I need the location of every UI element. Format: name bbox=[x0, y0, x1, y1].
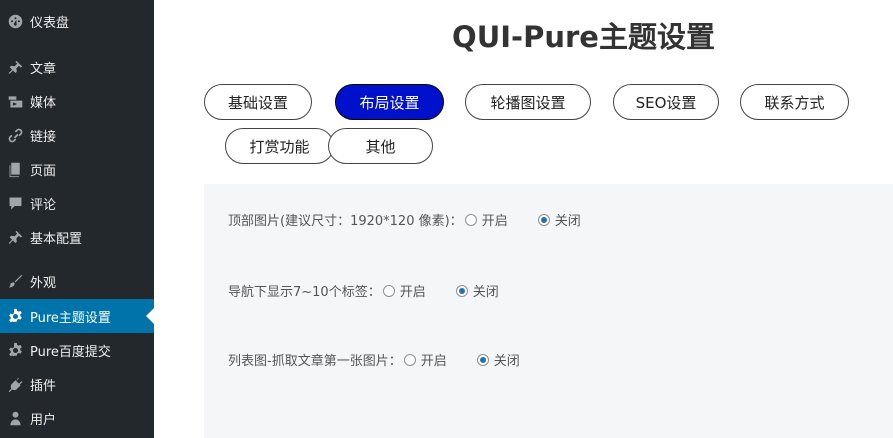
sidebar-item-label: 外观 bbox=[30, 275, 57, 291]
sidebar-item-pure-baidu-submit[interactable]: Pure百度提交 bbox=[0, 333, 154, 367]
radio-label: 开启 bbox=[481, 214, 508, 229]
radio-button-checked[interactable] bbox=[476, 353, 489, 366]
dashboard-icon bbox=[0, 13, 30, 30]
radio-top-image-on[interactable]: 开启 bbox=[464, 210, 508, 229]
tab-carousel-settings[interactable]: 轮播图设置 bbox=[465, 84, 591, 120]
tab-contact[interactable]: 联系方式 bbox=[740, 84, 849, 120]
sidebar-item-links[interactable]: 链接 bbox=[0, 118, 154, 152]
setting-row-nav-tags: 导航下显示7~10个标签： 开启 关闭 bbox=[228, 281, 529, 300]
radio-label: 关闭 bbox=[554, 214, 581, 229]
pin-icon bbox=[0, 229, 30, 246]
sidebar-item-users[interactable]: 用户 bbox=[0, 401, 154, 435]
sidebar-item-posts[interactable]: 文章 bbox=[0, 50, 154, 84]
sidebar-item-label: 仪表盘 bbox=[30, 15, 70, 31]
sidebar-item-plugins[interactable]: 插件 bbox=[0, 367, 154, 401]
radio-button-checked[interactable] bbox=[537, 213, 550, 226]
gear-icon bbox=[0, 342, 30, 359]
tab-basic-settings[interactable]: 基础设置 bbox=[204, 84, 312, 120]
media-icon bbox=[0, 93, 30, 110]
sidebar-item-label: 链接 bbox=[30, 129, 57, 145]
radio-button-checked[interactable] bbox=[455, 284, 468, 297]
tab-other[interactable]: 其他 bbox=[328, 128, 433, 164]
radio-label: 关闭 bbox=[493, 354, 520, 369]
sidebar-item-dashboard[interactable]: 仪表盘 bbox=[0, 4, 154, 38]
radio-nav-tags-on[interactable]: 开启 bbox=[382, 281, 426, 300]
link-icon bbox=[0, 127, 30, 144]
main-content: QUI-Pure主题设置 基础设置 布局设置 轮播图设置 SEO设置 联系方式 … bbox=[154, 0, 893, 438]
sidebar-item-basic-config[interactable]: 基本配置 bbox=[0, 220, 154, 254]
radio-label: 开启 bbox=[420, 354, 447, 369]
brush-icon bbox=[0, 273, 30, 290]
radio-button[interactable] bbox=[403, 353, 416, 366]
sidebar-item-label: 插件 bbox=[30, 378, 57, 394]
setting-label: 顶部图片(建议尺寸：1920*120 像素)： bbox=[228, 214, 463, 229]
radio-button[interactable] bbox=[464, 213, 477, 226]
sidebar-item-label: 文章 bbox=[30, 61, 57, 77]
radio-list-image-on[interactable]: 开启 bbox=[403, 350, 447, 369]
user-icon bbox=[0, 410, 30, 427]
setting-label: 导航下显示7~10个标签： bbox=[228, 285, 381, 300]
admin-sidebar: 仪表盘 文章 媒体 链接 页面 评论 基本配置 外观 Pure主题设置 Pure… bbox=[0, 0, 154, 438]
radio-top-image-off[interactable]: 关闭 bbox=[537, 210, 581, 229]
sidebar-item-label: 评论 bbox=[30, 197, 57, 213]
radio-label: 关闭 bbox=[472, 285, 499, 300]
radio-list-image-off[interactable]: 关闭 bbox=[476, 350, 520, 369]
pin-icon bbox=[0, 59, 30, 76]
radio-label: 开启 bbox=[399, 285, 426, 300]
tab-layout-settings[interactable]: 布局设置 bbox=[335, 84, 444, 120]
setting-row-list-image: 列表图-抓取文章第一张图片： 开启 关闭 bbox=[228, 350, 550, 369]
page-title: QUI-Pure主题设置 bbox=[452, 20, 715, 54]
sidebar-item-media[interactable]: 媒体 bbox=[0, 84, 154, 118]
sidebar-item-label: Pure主题设置 bbox=[30, 310, 111, 326]
sidebar-item-label: 页面 bbox=[30, 163, 57, 179]
sidebar-item-pure-theme-settings[interactable]: Pure主题设置 bbox=[0, 299, 154, 333]
setting-row-top-image: 顶部图片(建议尺寸：1920*120 像素)： 开启 关闭 bbox=[228, 210, 611, 229]
sidebar-item-appearance[interactable]: 外观 bbox=[0, 264, 154, 298]
page-icon bbox=[0, 161, 30, 178]
tab-seo-settings[interactable]: SEO设置 bbox=[613, 84, 719, 120]
plugin-icon bbox=[0, 376, 30, 393]
radio-button[interactable] bbox=[382, 284, 395, 297]
settings-panel: 顶部图片(建议尺寸：1920*120 像素)： 开启 关闭 导航下显示7~10个… bbox=[204, 184, 893, 438]
setting-label: 列表图-抓取文章第一张图片： bbox=[228, 354, 402, 369]
gear-icon bbox=[0, 308, 30, 325]
sidebar-item-label: 基本配置 bbox=[30, 231, 83, 247]
radio-nav-tags-off[interactable]: 关闭 bbox=[455, 281, 499, 300]
comment-icon bbox=[0, 195, 30, 212]
sidebar-item-label: 用户 bbox=[30, 412, 57, 428]
sidebar-item-label: Pure百度提交 bbox=[30, 344, 111, 360]
sidebar-item-pages[interactable]: 页面 bbox=[0, 152, 154, 186]
sidebar-item-label: 媒体 bbox=[30, 95, 57, 111]
sidebar-item-comments[interactable]: 评论 bbox=[0, 186, 154, 220]
tab-reward[interactable]: 打赏功能 bbox=[225, 128, 334, 164]
